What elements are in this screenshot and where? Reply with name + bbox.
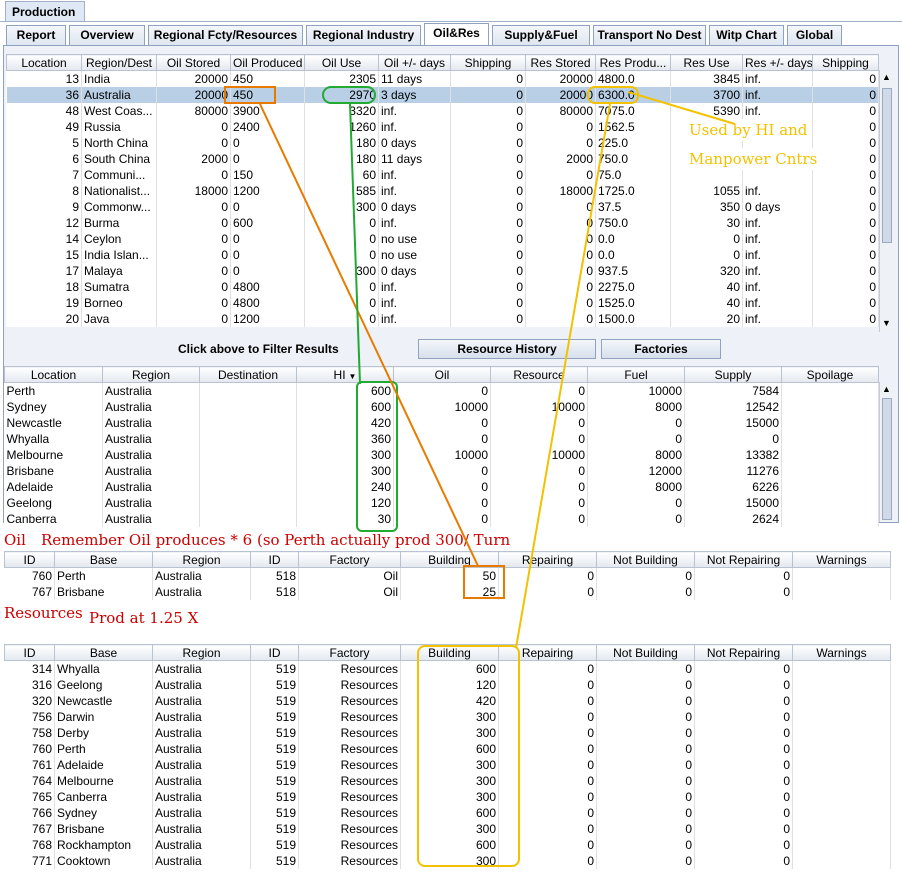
res-connector-line — [515, 103, 611, 649]
oil-connector-line — [259, 103, 479, 567]
hi-connector-line — [349, 103, 361, 385]
note-connector-line — [627, 91, 736, 125]
annotation-lines — [259, 91, 736, 649]
